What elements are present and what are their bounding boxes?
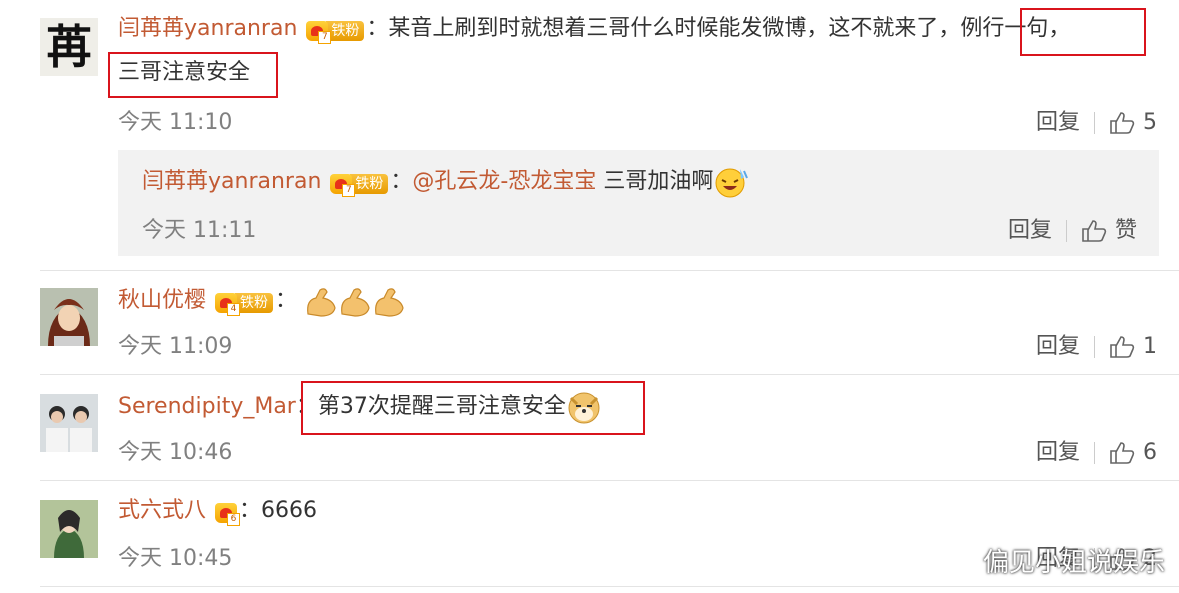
comment-actions: 回复 1 bbox=[1036, 328, 1157, 360]
action-divider bbox=[1094, 112, 1095, 134]
username-link[interactable]: 闫苒苒yanranran bbox=[118, 16, 297, 41]
colon: ： bbox=[275, 288, 298, 313]
member-badge[interactable]: 7 铁粉 bbox=[330, 169, 389, 197]
crown-badge-icon: 4 bbox=[215, 293, 241, 316]
reply-text: 三哥加油啊 bbox=[603, 169, 714, 194]
crown-badge-icon: 7 bbox=[306, 21, 332, 44]
timestamp: 今天 10:46 bbox=[118, 440, 233, 465]
member-badge[interactable]: 4 铁粉 bbox=[215, 288, 274, 316]
thumbs-up-icon bbox=[1110, 442, 1135, 464]
highlight-box bbox=[108, 52, 278, 98]
fan-badge: 铁粉 bbox=[235, 293, 274, 313]
like-count: 6 bbox=[1143, 440, 1157, 465]
reply-thread: 闫苒苒yanranran 7 铁粉 ：@孔云龙-恐龙宝宝 三哥加油啊 今天 11:… bbox=[118, 150, 1159, 256]
like-label: 赞 bbox=[1114, 218, 1137, 243]
member-badge[interactable]: 6 bbox=[215, 498, 241, 526]
like-button[interactable]: 1 bbox=[1109, 334, 1157, 359]
colon: ： bbox=[239, 498, 262, 523]
username-link[interactable]: 式六式八 bbox=[118, 498, 206, 523]
thumbs-up-icon bbox=[1082, 220, 1107, 242]
like-count: 1 bbox=[1143, 334, 1157, 359]
comment-line: 闫苒苒yanranran 7 铁粉 ：某音上刷到时就想着三哥什么时候能发微博，这不… bbox=[118, 14, 1070, 44]
comment-item: 苒 闫苒苒yanranran 7 铁粉 ：某音上刷到时就想着三哥什么时候能发微博，… bbox=[0, 0, 1179, 270]
reply-button[interactable]: 回复 bbox=[1036, 334, 1080, 359]
comment-divider bbox=[40, 586, 1179, 587]
comment-line: 式六式八 6 ：6666 bbox=[118, 496, 317, 526]
avatar[interactable] bbox=[40, 288, 98, 346]
mention-link[interactable]: @孔云龙-恐龙宝宝 bbox=[412, 169, 596, 194]
action-divider bbox=[1094, 336, 1095, 358]
avatar[interactable]: 苒 bbox=[40, 18, 98, 76]
flexed-biceps-emoji bbox=[307, 288, 404, 317]
like-count: 5 bbox=[1143, 110, 1157, 135]
member-badge[interactable]: 7 铁粉 bbox=[306, 16, 365, 44]
avatar-calligraphy: 苒 bbox=[46, 20, 92, 74]
colon: ： bbox=[366, 16, 389, 41]
thumbs-up-icon bbox=[1110, 336, 1135, 358]
avatar-photo bbox=[40, 500, 98, 558]
comment-text: 6666 bbox=[261, 498, 318, 523]
like-button[interactable]: 赞 bbox=[1081, 218, 1137, 243]
comment-line: 秋山优樱 4 铁粉 ： bbox=[118, 284, 408, 318]
highlight-box bbox=[301, 381, 645, 435]
reply-line: 闫苒苒yanranran 7 铁粉 ：@孔云龙-恐龙宝宝 三哥加油啊 bbox=[142, 165, 749, 199]
reply-button[interactable]: 回复 bbox=[1008, 218, 1052, 243]
username-link[interactable]: Serendipity_Mar bbox=[118, 394, 296, 419]
reply-actions: 回复 赞 bbox=[1008, 212, 1137, 244]
timestamp: 今天 10:45 bbox=[118, 546, 233, 571]
timestamp: 今天 11:10 bbox=[118, 110, 233, 135]
crown-badge-icon: 7 bbox=[330, 174, 356, 197]
avatar-photo bbox=[40, 394, 98, 452]
username-link[interactable]: 闫苒苒yanranran bbox=[142, 169, 321, 194]
reply-button[interactable]: 回复 bbox=[1036, 440, 1080, 465]
thumbs-up-icon bbox=[1110, 112, 1135, 134]
crown-badge-icon: 6 bbox=[215, 503, 241, 526]
comment-text: 某音上刷到时就想着三哥什么时候能发微博，这不就来了， bbox=[388, 16, 961, 41]
timestamp: 今天 11:09 bbox=[118, 334, 233, 359]
comment-actions: 回复 5 bbox=[1036, 104, 1157, 136]
avatar-portrait bbox=[40, 288, 98, 346]
like-button[interactable]: 6 bbox=[1109, 440, 1157, 465]
colon: ： bbox=[390, 169, 413, 194]
avatar[interactable] bbox=[40, 500, 98, 558]
action-divider bbox=[1065, 220, 1067, 242]
avatar[interactable] bbox=[40, 394, 98, 452]
fan-badge: 铁粉 bbox=[350, 174, 389, 194]
highlight-box bbox=[1020, 8, 1146, 56]
grin-sweat-emoji bbox=[715, 168, 749, 198]
comment-item: Serendipity_Mar：第37次提醒三哥注意安全 今天 10:46 回复… bbox=[0, 374, 1179, 480]
comment-actions: 回复 6 bbox=[1036, 434, 1157, 466]
reply-button[interactable]: 回复 bbox=[1036, 110, 1080, 135]
fan-badge: 铁粉 bbox=[326, 21, 365, 41]
comment-item: 秋山优樱 4 铁粉 ： 今天 11:09 回复 1 bbox=[0, 270, 1179, 374]
watermark: 偏见小姐说娱乐 bbox=[982, 548, 1165, 578]
like-button[interactable]: 5 bbox=[1109, 110, 1157, 135]
timestamp: 今天 11:11 bbox=[142, 218, 257, 243]
action-divider bbox=[1094, 442, 1095, 464]
username-link[interactable]: 秋山优樱 bbox=[118, 288, 206, 313]
